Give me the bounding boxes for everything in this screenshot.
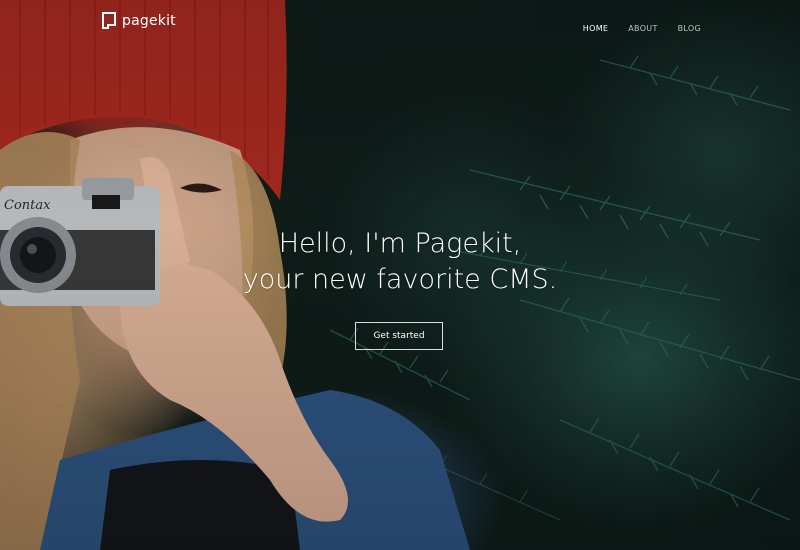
hero-section: Contax pagekit HOME ABOUT BLOG Hello, I'… [0, 0, 800, 550]
top-navbar: pagekit HOME ABOUT BLOG [0, 0, 800, 42]
brand-logo-link[interactable]: pagekit [102, 12, 176, 29]
nav-item-blog: BLOG [678, 16, 701, 35]
main-nav: HOME ABOUT BLOG [583, 16, 701, 35]
hero-headline: Hello, I'm Pagekit, your new favorite CM… [0, 226, 800, 298]
nav-item-home: HOME [583, 16, 608, 35]
get-started-button[interactable]: Get started [355, 322, 443, 350]
nav-link-blog[interactable]: BLOG [678, 24, 701, 33]
pagekit-logo-icon [102, 12, 116, 29]
nav-link-home[interactable]: HOME [583, 24, 608, 33]
nav-item-about: ABOUT [628, 16, 657, 35]
hero-headline-line-1: Hello, I'm Pagekit, [278, 228, 522, 259]
brand-name: pagekit [122, 12, 176, 29]
hero-headline-line-2: your new favorite CMS. [242, 264, 558, 295]
nav-link-about[interactable]: ABOUT [628, 24, 657, 33]
